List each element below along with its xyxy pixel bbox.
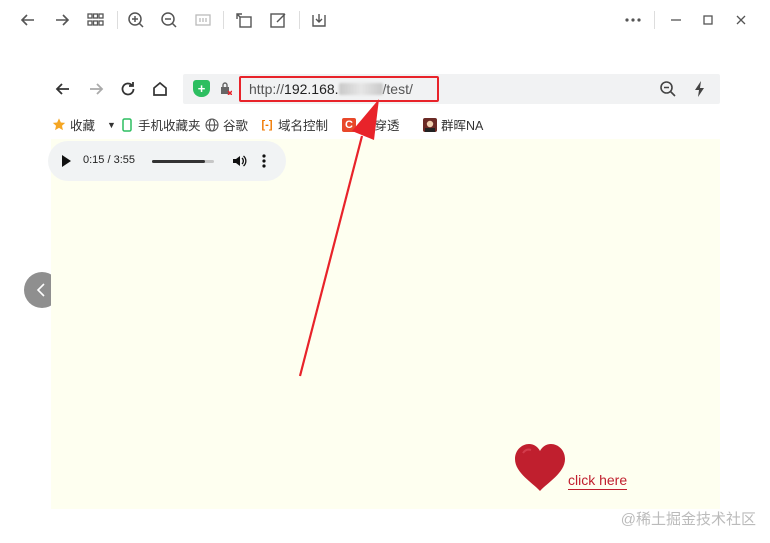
home-icon[interactable] [149,78,171,100]
phone-icon [120,117,134,132]
volume-icon[interactable] [231,153,247,169]
grid-icon[interactable] [84,9,106,31]
blurred-ip-segment [338,83,383,95]
caret-down-icon[interactable]: ▼ [107,120,116,130]
more-icon[interactable] [622,9,644,31]
heart-icon[interactable] [513,443,567,493]
close-icon[interactable] [730,9,752,31]
watermark: @稀土掘金技术社区 [620,511,756,528]
bookmark-domain[interactable]: [-] 域名控制 [260,115,330,134]
url-host: 192.168. [284,81,339,97]
audio-progress-bar[interactable] [152,160,214,163]
back-icon[interactable] [17,9,39,31]
download-icon[interactable] [308,9,330,31]
fit-icon[interactable] [192,9,214,31]
url-path: /test/ [382,81,413,97]
browser-screenshot: + http://192.168./test/ 收藏 ▼ 手机收藏夹 谷歌 [-… [48,73,720,509]
click-here-link[interactable]: click here [568,472,628,490]
audio-player[interactable]: 0:15 / 3:55 [48,141,286,181]
url-text[interactable]: http://192.168. /test/ [249,81,413,97]
zoom-in-icon[interactable] [125,9,147,31]
audio-time: 0:15 / 3:55 [83,154,135,166]
maximize-icon[interactable] [697,9,719,31]
toolbar-divider [299,11,300,29]
bookmark-google[interactable]: 谷歌 [205,115,248,134]
bookmark-nas[interactable]: 群晖NA [423,115,485,134]
browser-back-icon[interactable] [52,78,74,100]
audio-progress-fill [152,160,205,163]
toolbar-divider [654,11,655,29]
globe-icon [205,117,219,132]
bookmarks-bar: 收藏 ▼ 手机收藏夹 谷歌 [-] 域名控制 C 网穿透 群晖NA [51,111,720,137]
forward-icon[interactable] [51,9,73,31]
web-page-content: 0:15 / 3:55 click here [48,139,720,509]
url-highlight-box: http://192.168. /test/ [239,76,439,102]
browser-forward-icon[interactable] [85,78,107,100]
star-icon [52,118,66,132]
lightning-icon[interactable] [691,80,709,98]
viewer-toolbar [0,0,770,40]
bookmark-tunnel[interactable]: C 网穿透 [342,115,412,134]
search-icon[interactable] [659,80,677,98]
avatar-icon [423,117,437,132]
bookmark-mobile[interactable]: 手机收藏夹 [120,115,201,134]
shield-icon: + [193,80,210,97]
browser-address-row: + http://192.168. /test/ [51,73,720,105]
toolbar-divider [223,11,224,29]
c-logo-icon: C [342,117,356,132]
bookmark-favorites[interactable]: 收藏 ▼ [52,115,116,134]
chevron-left-icon [36,283,45,297]
url-protocol: http:// [249,81,285,97]
rotate-icon[interactable] [233,9,255,31]
toolbar-divider [117,11,118,29]
edit-icon[interactable] [267,9,289,31]
reload-icon[interactable] [117,78,139,100]
domain-icon: [-] [261,118,273,131]
play-icon[interactable] [62,155,71,167]
zoom-out-icon[interactable] [158,9,180,31]
lock-warning-icon [221,82,232,95]
minimize-icon[interactable] [665,9,687,31]
kebab-menu-icon[interactable] [262,153,266,169]
